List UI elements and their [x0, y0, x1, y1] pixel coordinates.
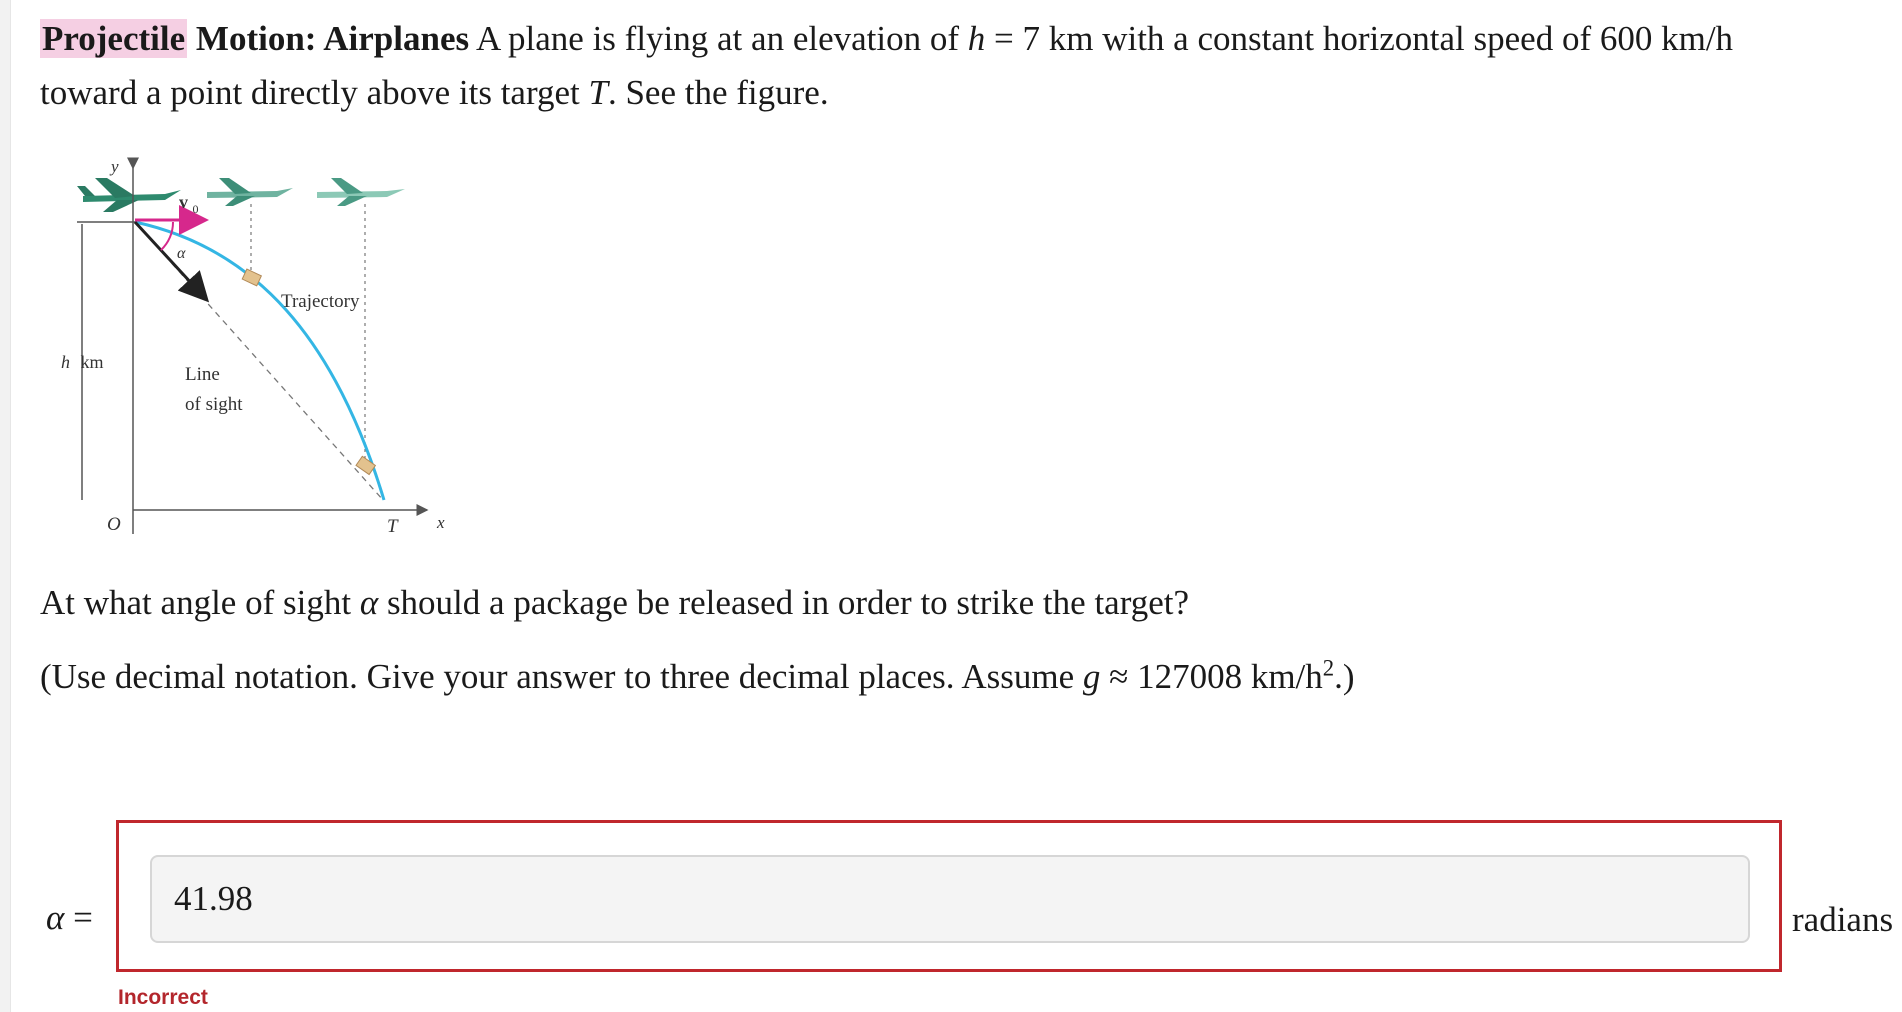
exponent: 2 [1322, 655, 1335, 681]
answer-label: α = [46, 898, 93, 937]
var-h: h [967, 19, 986, 58]
angle-arc [160, 221, 175, 251]
origin-label: O [107, 514, 121, 535]
velocity-label: v 0 [179, 192, 199, 216]
instruction-text: (Use decimal notation. Give your answer … [40, 655, 1355, 696]
problem-text-2: toward a point directly above its target [40, 73, 580, 112]
problem-text-3: . See the figure. [607, 73, 829, 112]
problem-text-1: A plane is flying at an elevation of [475, 19, 959, 58]
package-icon-2 [355, 455, 377, 476]
var-alpha: α [359, 583, 379, 622]
airplane-icon-3 [317, 178, 405, 206]
y-axis-label: y [109, 157, 119, 176]
line-of-sight-label-1: Line [185, 364, 220, 385]
title-rest: Motion: Airplanes [195, 19, 470, 58]
airplane-icon-1 [77, 178, 181, 212]
var-T: T [588, 73, 608, 112]
answer-input[interactable]: 41.98 [150, 855, 1750, 943]
var-g: g [1082, 657, 1101, 696]
target-label: T [387, 516, 399, 537]
problem-statement: Projectile Motion: Airplanes A plane is … [40, 12, 1870, 120]
height-label: h km [61, 352, 104, 372]
angle-label: α [177, 245, 186, 262]
feedback-incorrect: Incorrect [118, 986, 208, 1009]
trajectory-diagram: y x O T h km v 0 α Trajectory Line of si… [61, 157, 445, 537]
trajectory-figure: y x O T h km v 0 α Trajectory Line of si… [55, 148, 475, 548]
answer-unit: radians [1792, 900, 1894, 939]
x-axis-label: x [436, 513, 445, 532]
line-of-sight-label-2: of sight [185, 394, 243, 415]
left-margin-rule [0, 0, 11, 1012]
airplane-icon-2 [207, 178, 293, 206]
trajectory-label: Trajectory [281, 291, 360, 312]
title-highlight: Projectile [40, 19, 188, 58]
question-text: At what angle of sight α should a packag… [40, 583, 1190, 622]
problem-eq-1: = 7 km with a constant horizontal speed … [985, 19, 1734, 58]
